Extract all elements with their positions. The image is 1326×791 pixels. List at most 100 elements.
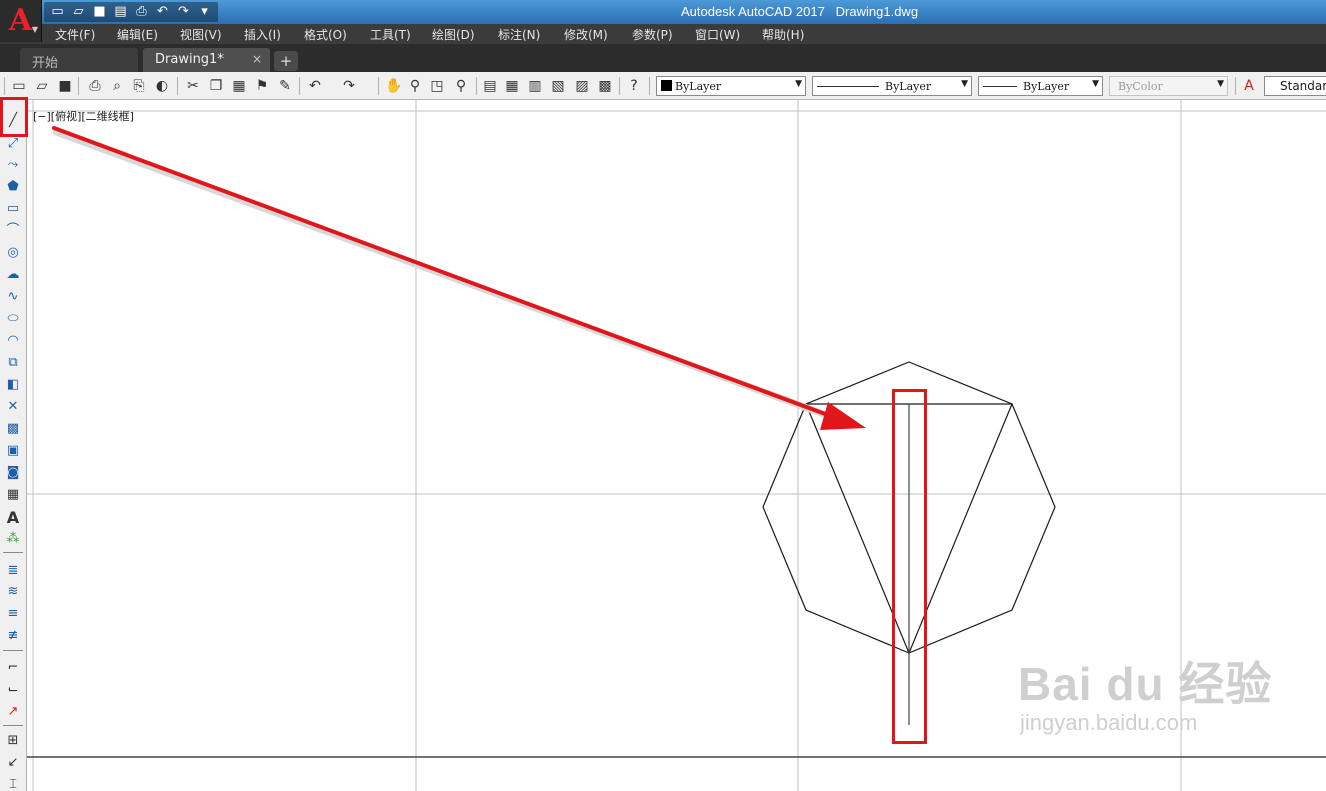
paste-icon[interactable]: ▦	[230, 77, 248, 95]
text-style-combo[interactable]: Standard	[1264, 76, 1326, 96]
menu-help[interactable]: 帮助(H)	[762, 26, 804, 43]
help-icon[interactable]: ?	[625, 77, 643, 95]
calculator-icon[interactable]: ▩	[596, 77, 614, 95]
new-icon[interactable]: ▭	[10, 77, 28, 95]
layer-state-icon[interactable]: ≋	[3, 583, 23, 601]
vertical-line-highlight	[892, 389, 927, 744]
ellipse-arc-icon[interactable]: ◠	[3, 332, 23, 350]
tool-palettes-icon[interactable]: ▥	[526, 77, 544, 95]
chevron-down-icon: ▼	[961, 79, 968, 89]
menu-modify[interactable]: 修改(M)	[564, 26, 608, 43]
polyline-icon[interactable]: ⤳	[3, 156, 23, 174]
cut-icon[interactable]: ✂	[184, 77, 202, 95]
menu-parametric[interactable]: 参数(P)	[632, 26, 673, 43]
menu-format[interactable]: 格式(O)	[304, 26, 347, 43]
menu-edit[interactable]: 编辑(E)	[117, 26, 158, 43]
title-bar: ▭ ▱ ■ ▤ ⎙ ↶ ↷ ▾ Autodesk AutoCAD 2017 Dr…	[0, 0, 1326, 24]
rectangle-icon[interactable]: ▭	[3, 200, 23, 218]
tab-start[interactable]: 开始	[20, 48, 138, 72]
text-style-icon[interactable]: A	[1240, 77, 1258, 95]
point-icon[interactable]: ✕	[3, 398, 23, 416]
open-icon[interactable]: ▱	[33, 77, 51, 95]
customize-dropdown-icon[interactable]: ▾	[197, 5, 212, 19]
pan-icon[interactable]: ✋	[385, 77, 403, 95]
menu-dimension[interactable]: 标注(N)	[498, 26, 540, 43]
menu-view[interactable]: 视图(V)	[180, 26, 222, 43]
menu-tools[interactable]: 工具(T)	[370, 26, 411, 43]
leader-icon[interactable]: ↙	[3, 754, 23, 772]
linetype-combo[interactable]: ByLayer ▼	[812, 76, 972, 96]
separator	[619, 77, 620, 95]
layer-properties-icon[interactable]: ≣	[3, 562, 23, 580]
multiline-text-icon[interactable]: A	[3, 509, 23, 527]
sheet-set-icon[interactable]: ▧	[549, 77, 567, 95]
separator	[299, 77, 300, 95]
layer-previous-icon[interactable]: ≡	[3, 605, 23, 623]
plot-icon[interactable]: ⎙	[134, 5, 149, 19]
revision-cloud-icon[interactable]: ☁	[3, 266, 23, 284]
spline-icon[interactable]: ∿	[3, 288, 23, 306]
app-name: Autodesk AutoCAD 2017	[681, 4, 825, 19]
fillet-icon[interactable]: ⌐	[3, 659, 23, 677]
chamfer-icon[interactable]: ⌙	[3, 681, 23, 699]
menu-file[interactable]: 文件(F)	[55, 26, 95, 43]
layer-isolate-icon[interactable]: ≢	[3, 627, 23, 645]
color-combo[interactable]: ByLayer ▼	[656, 76, 806, 96]
new-tab-button[interactable]: +	[274, 51, 298, 71]
copy-icon[interactable]: ❐	[207, 77, 225, 95]
viewport-controls-label[interactable]: [−][俯视][二维线框]	[33, 108, 134, 124]
linetype-combo-value: ByLayer	[885, 80, 932, 93]
dimension-icon[interactable]: ⊞	[3, 732, 23, 750]
standard-toolbar: ▭ ▱ ■ ⎙ ⌕ ⎘ ◐ ✂ ❐ ▦ ⚑ ✎ ↶ ↷ ✋ ⚲ ◳ ⚲ ▤ ▦ …	[0, 72, 1326, 100]
polygon-icon[interactable]: ⬟	[3, 178, 23, 196]
tolerance-icon[interactable]: ⌶	[3, 776, 23, 791]
ellipse-icon[interactable]: ⬭	[3, 310, 23, 328]
text-style-value: Standard	[1280, 79, 1326, 93]
application-menu-button[interactable]: A ▼	[0, 0, 42, 42]
region-icon[interactable]: ◙	[3, 464, 23, 482]
annotation-arrow	[52, 126, 866, 430]
arc-icon[interactable]: ⌒	[3, 222, 23, 240]
add-selected-icon[interactable]: ⁂	[3, 530, 23, 548]
zoom-previous-icon[interactable]: ⚲	[452, 77, 470, 95]
table-icon[interactable]: ▦	[3, 486, 23, 504]
toolbar-separator	[3, 552, 23, 553]
plot-preview-icon[interactable]: ⌕	[108, 77, 126, 95]
properties-icon[interactable]: ▤	[481, 77, 499, 95]
separator	[649, 77, 650, 95]
save-icon[interactable]: ■	[56, 77, 74, 95]
design-center-icon[interactable]: ▦	[503, 77, 521, 95]
zoom-window-icon[interactable]: ◳	[428, 77, 446, 95]
circle-icon[interactable]: ◎	[3, 244, 23, 262]
undo-icon[interactable]: ↶	[306, 77, 324, 95]
save-as-icon[interactable]: ▤	[113, 5, 128, 19]
construction-line-icon[interactable]: ⤢	[3, 135, 23, 153]
open-icon[interactable]: ▱	[71, 5, 86, 19]
menu-window[interactable]: 窗口(W)	[695, 26, 740, 43]
menu-insert[interactable]: 插入(I)	[244, 26, 281, 43]
chevron-down-icon: ▼	[31, 25, 38, 34]
zoom-realtime-icon[interactable]: ⚲	[406, 77, 424, 95]
blend-curves-icon[interactable]: ↗	[3, 703, 23, 721]
save-icon[interactable]: ■	[92, 5, 107, 19]
lineweight-combo[interactable]: ByLayer ▼	[978, 76, 1103, 96]
gradient-icon[interactable]: ▣	[3, 442, 23, 460]
close-icon[interactable]: ×	[252, 52, 262, 66]
redo-icon[interactable]: ↷	[340, 77, 358, 95]
new-icon[interactable]: ▭	[50, 5, 65, 19]
plot-icon[interactable]: ⎙	[86, 77, 104, 95]
match-properties-icon[interactable]: ⚑	[253, 77, 271, 95]
hatch-icon[interactable]: ▩	[3, 420, 23, 438]
menu-draw[interactable]: 绘图(D)	[432, 26, 475, 43]
make-block-icon[interactable]: ◧	[3, 376, 23, 394]
block-editor-icon[interactable]: ✎	[276, 77, 294, 95]
separator	[1235, 77, 1236, 95]
insert-block-icon[interactable]: ⧉	[3, 354, 23, 372]
lineweight-sample	[983, 86, 1017, 87]
publish-icon[interactable]: ⎘	[130, 77, 148, 95]
tab-drawing1[interactable]: Drawing1* ×	[143, 48, 270, 72]
3d-print-icon[interactable]: ◐	[153, 77, 171, 95]
undo-icon[interactable]: ↶	[155, 5, 170, 19]
redo-icon[interactable]: ↷	[176, 5, 191, 19]
markup-icon[interactable]: ▨	[573, 77, 591, 95]
